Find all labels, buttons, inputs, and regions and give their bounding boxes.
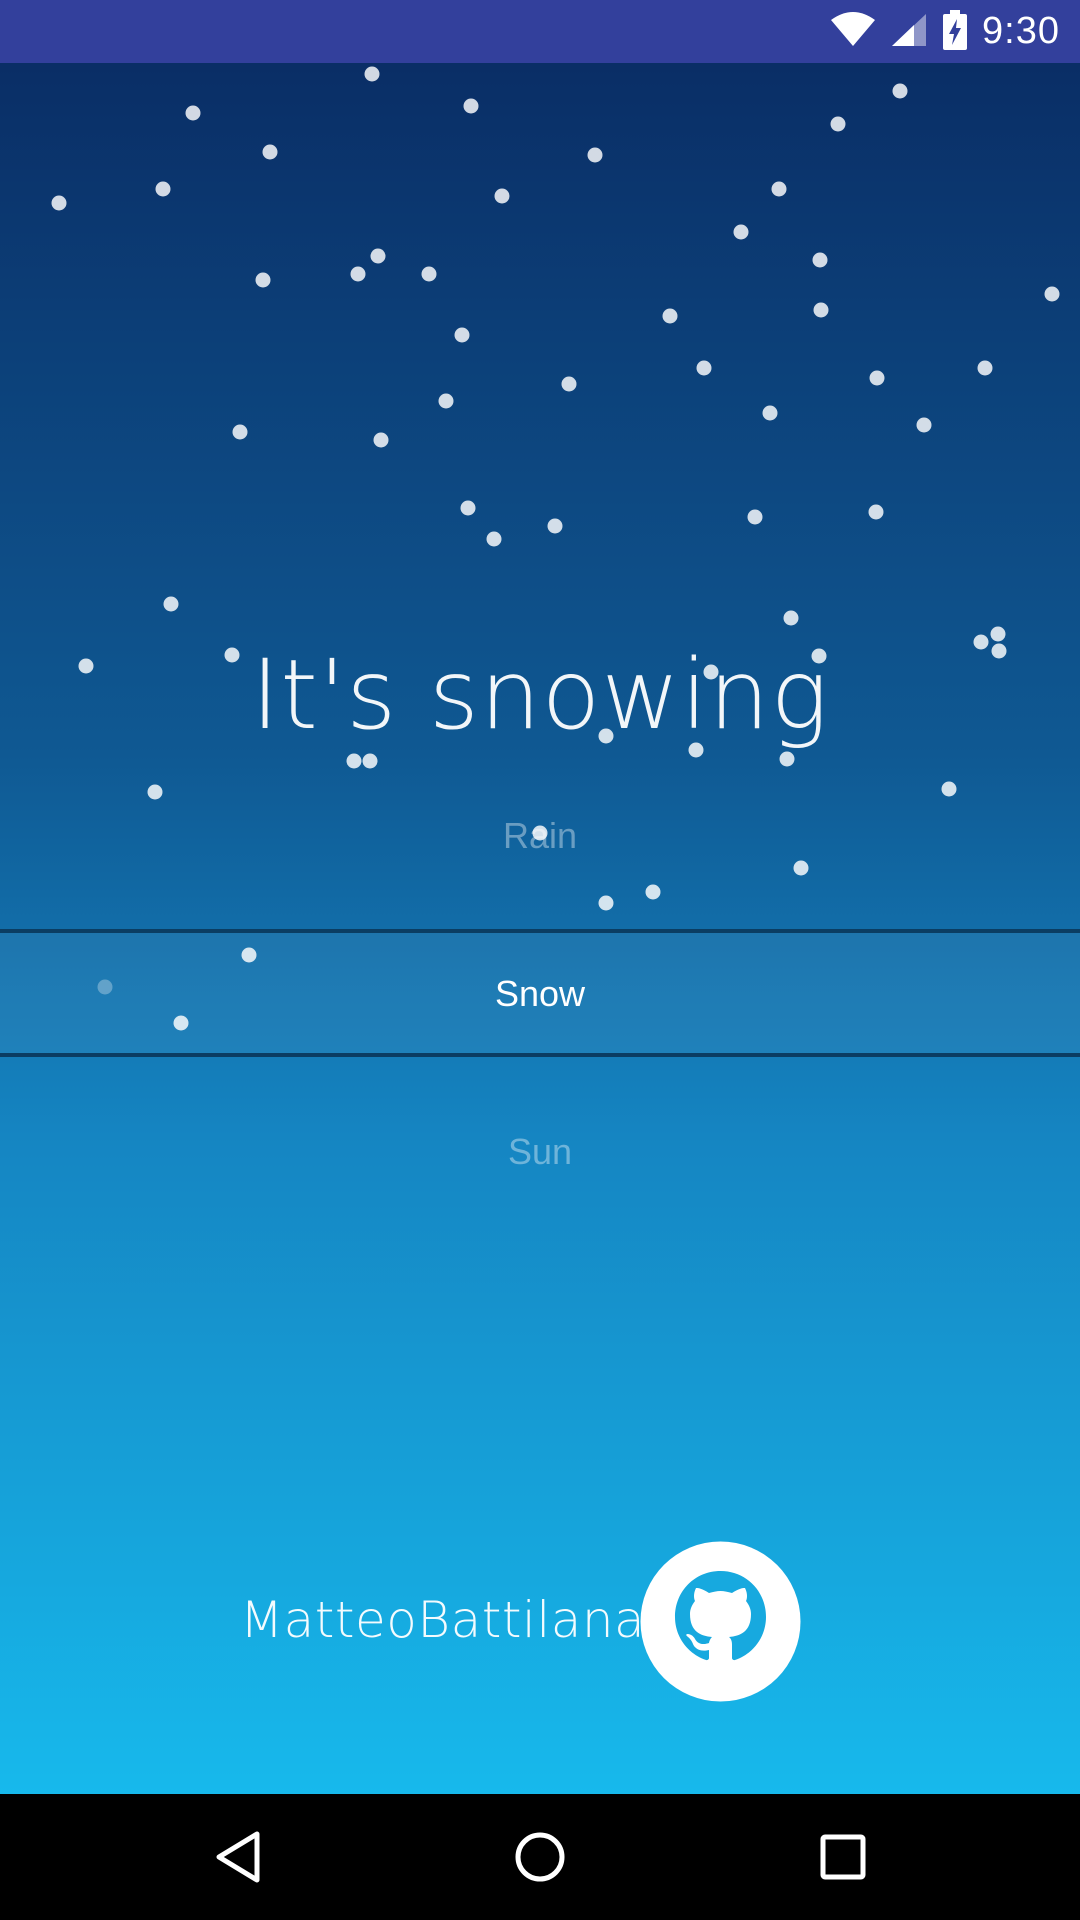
github-icon[interactable] bbox=[640, 1541, 801, 1702]
battery-charging-icon bbox=[942, 9, 968, 54]
status-bar: 9:30 bbox=[0, 0, 1080, 63]
navigation-bar bbox=[0, 1794, 1080, 1920]
author-name[interactable]: MatteoBattilana bbox=[240, 1591, 645, 1649]
cell-signal-icon bbox=[890, 12, 928, 52]
home-icon[interactable] bbox=[505, 1822, 575, 1892]
wifi-icon bbox=[830, 11, 876, 52]
recents-icon[interactable] bbox=[808, 1822, 878, 1892]
status-icons: 9:30 bbox=[830, 0, 1060, 63]
footer: MatteoBattilana bbox=[0, 1541, 1080, 1711]
status-time: 9:30 bbox=[982, 10, 1060, 52]
picker-item-sun[interactable]: Sun bbox=[0, 1131, 1080, 1173]
main-content: It's snowing Rain Snow Sun MatteoBattila… bbox=[0, 63, 1080, 1794]
app-screen: 9:30 It's snowing Rain Snow Sun MatteoBa… bbox=[0, 0, 1080, 1920]
picker-item-snow[interactable]: Snow bbox=[0, 973, 1080, 1015]
picker-item-rain[interactable]: Rain bbox=[0, 815, 1080, 857]
weather-picker[interactable]: Rain Snow Sun bbox=[0, 63, 1080, 1794]
back-icon[interactable] bbox=[203, 1822, 273, 1892]
